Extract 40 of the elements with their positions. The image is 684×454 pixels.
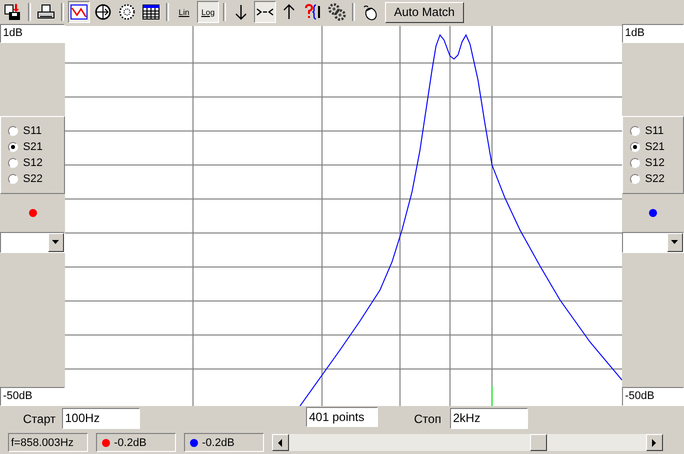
scale-button[interactable]: Lin <box>173 1 195 23</box>
converging-arrows-icon[interactable] <box>254 1 276 23</box>
radio-icon[interactable] <box>630 158 640 168</box>
points-field[interactable]: 401 points <box>306 406 378 426</box>
caret-icon[interactable] <box>667 233 683 252</box>
trace-dropdown[interactable] <box>0 232 65 253</box>
caret-icon[interactable] <box>48 233 64 252</box>
radio-icon[interactable] <box>8 158 18 168</box>
parameter-radio[interactable]: S22 <box>8 171 64 187</box>
level-readout: -0.2dB <box>114 436 146 448</box>
trace-dropdown[interactable] <box>622 232 684 253</box>
scale-top-field[interactable]: 1dB <box>622 24 684 43</box>
scroll-thumb[interactable] <box>530 434 547 451</box>
radio-icon[interactable] <box>8 126 18 136</box>
parameter-radio[interactable]: S12 <box>8 155 64 171</box>
parameter-radio[interactable]: S11 <box>8 123 64 139</box>
radio-icon[interactable] <box>8 142 18 152</box>
frequency-readout: f=858.003Hz <box>8 433 88 452</box>
start-field[interactable]: 100Hz <box>62 408 140 429</box>
radio-icon[interactable] <box>630 142 640 152</box>
stop-field[interactable]: 2kHz <box>450 408 528 429</box>
parameter-radio[interactable]: S21 <box>630 139 683 155</box>
radio-icon[interactable] <box>630 174 640 184</box>
parameter-radio[interactable]: S22 <box>630 171 683 187</box>
scale-top-field[interactable]: 1dB <box>0 24 65 43</box>
gear-icon[interactable] <box>326 1 348 23</box>
scrollbar[interactable] <box>272 434 663 451</box>
radio-icon[interactable] <box>8 174 18 184</box>
parameter-radio[interactable]: S12 <box>630 155 683 171</box>
auto-match-button[interactable]: Auto Match <box>385 2 464 22</box>
parameter-radio[interactable]: S11 <box>630 123 683 139</box>
parameter-radio[interactable]: S21 <box>8 139 64 155</box>
scale-button[interactable]: Log <box>197 1 219 23</box>
scale-bottom-field[interactable]: -50dB <box>622 387 684 406</box>
stop-label: Стоп <box>414 412 442 426</box>
radio-icon[interactable] <box>630 126 640 136</box>
start-label: Старт <box>23 412 57 426</box>
scale-bottom-field[interactable]: -50dB <box>0 387 65 406</box>
level-readout: -0.2dB <box>202 436 234 448</box>
chart-icon[interactable] <box>68 1 90 23</box>
